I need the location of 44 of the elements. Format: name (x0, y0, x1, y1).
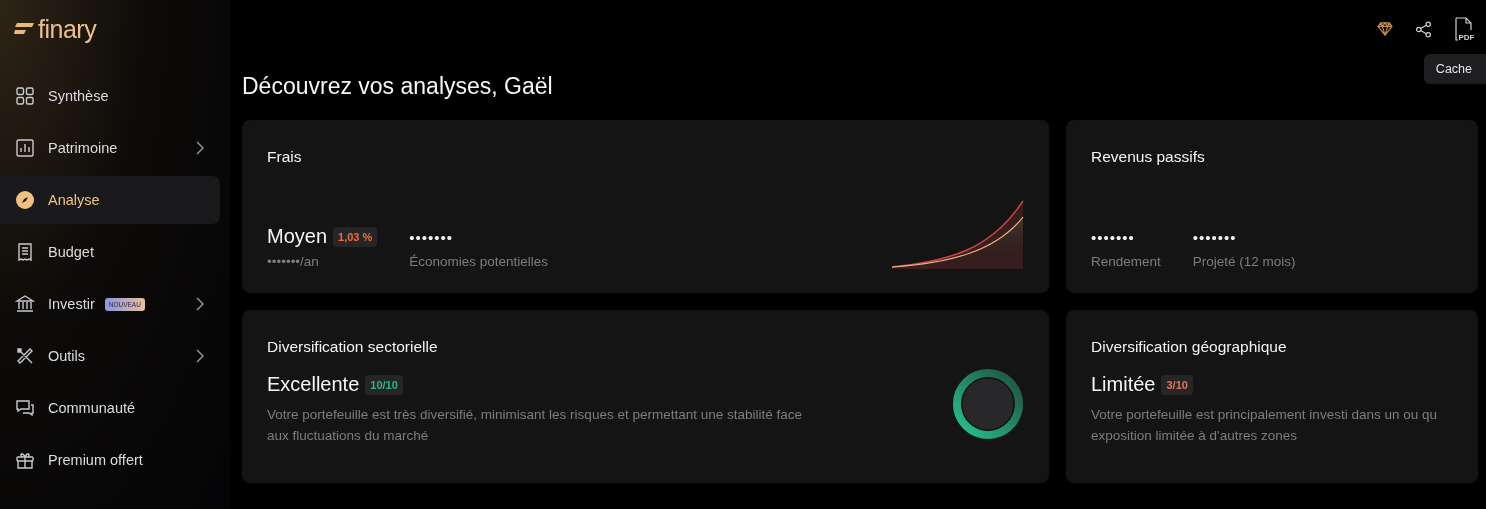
card-title: Frais (267, 148, 303, 166)
card-title: Diversification sectorielle (267, 338, 439, 356)
diamond-icon[interactable] (1377, 22, 1393, 36)
hidden-value: ••••••• (1192, 227, 1238, 248)
score-badge: 3/10 (1161, 374, 1193, 395)
card-title: Revenus passifs (1091, 148, 1206, 166)
nav-item[interactable]: Synthèse (0, 72, 220, 120)
hidden-value: ••••••• (1091, 227, 1136, 248)
grid-icon (15, 86, 35, 106)
analysis-card[interactable]: Revenus passifs ••••••• Rendement ••••••• Projeté (12 mois) (1066, 120, 1478, 293)
description-text: Votre portefeuille est très diversifié, minimisant les risques et permettant une stabilité face aux fluctuations du marché (267, 406, 802, 445)
rating-badge: 1,03 % (333, 226, 378, 247)
bank-icon (15, 294, 35, 314)
nav-item[interactable]: Communauté (0, 384, 220, 432)
tools-icon (15, 346, 35, 366)
analysis-card[interactable]: Diversification géographique Limitée 3/10 Votre portefeuille est principalement investi dans un ou qu exposition limitée à d'autres zones (1066, 310, 1478, 483)
receipt-icon (15, 242, 35, 262)
brand-name: finary (38, 14, 97, 44)
tooltip: Cache (1423, 54, 1486, 84)
stat-label: Rendement (1091, 254, 1161, 269)
nav-item[interactable]: Budget (0, 228, 220, 276)
rating-text: Moyen (267, 225, 328, 248)
share-icon[interactable] (1415, 20, 1432, 38)
hidden-value: ••••••• (409, 227, 455, 248)
analysis-card[interactable]: Diversification sectorielle Excellente 10/10 Votre portefeuille est très diversifié, minimisant les risques et permettant une stabilité face aux fluctuations du marché (242, 310, 1049, 483)
gift-icon (15, 450, 35, 470)
stat-label: Projeté (12 mois) (1192, 254, 1296, 269)
chart-icon (15, 138, 35, 158)
rating-text: Excellente (267, 373, 360, 396)
score-badge: 10/10 (365, 374, 403, 395)
analysis-card[interactable]: Frais Moyen 1,03 % •••••••/an ••••••• Économies potentielles (242, 120, 1049, 293)
page-title: Découvrez vos analyses, Gaël (242, 73, 554, 101)
stat-label: Économies potentielles (409, 254, 549, 269)
nav-item[interactable]: Premium offert (0, 436, 220, 484)
hidden-amount: •••••••/an (267, 254, 320, 269)
nav-item[interactable]: Outils (0, 332, 220, 380)
card-title: Diversification géographique (1091, 338, 1288, 356)
logo-icon (14, 23, 34, 35)
compass-icon (15, 190, 35, 210)
rating-text: Limitée (1091, 373, 1156, 396)
nav-item[interactable]: Patrimoine (0, 124, 220, 172)
chat-icon (15, 398, 35, 418)
description-text: Votre portefeuille est principalement investi dans un ou qu exposition limitée à d'autres zones (1091, 406, 1437, 445)
nav-item[interactable]: Analyse (0, 176, 220, 224)
